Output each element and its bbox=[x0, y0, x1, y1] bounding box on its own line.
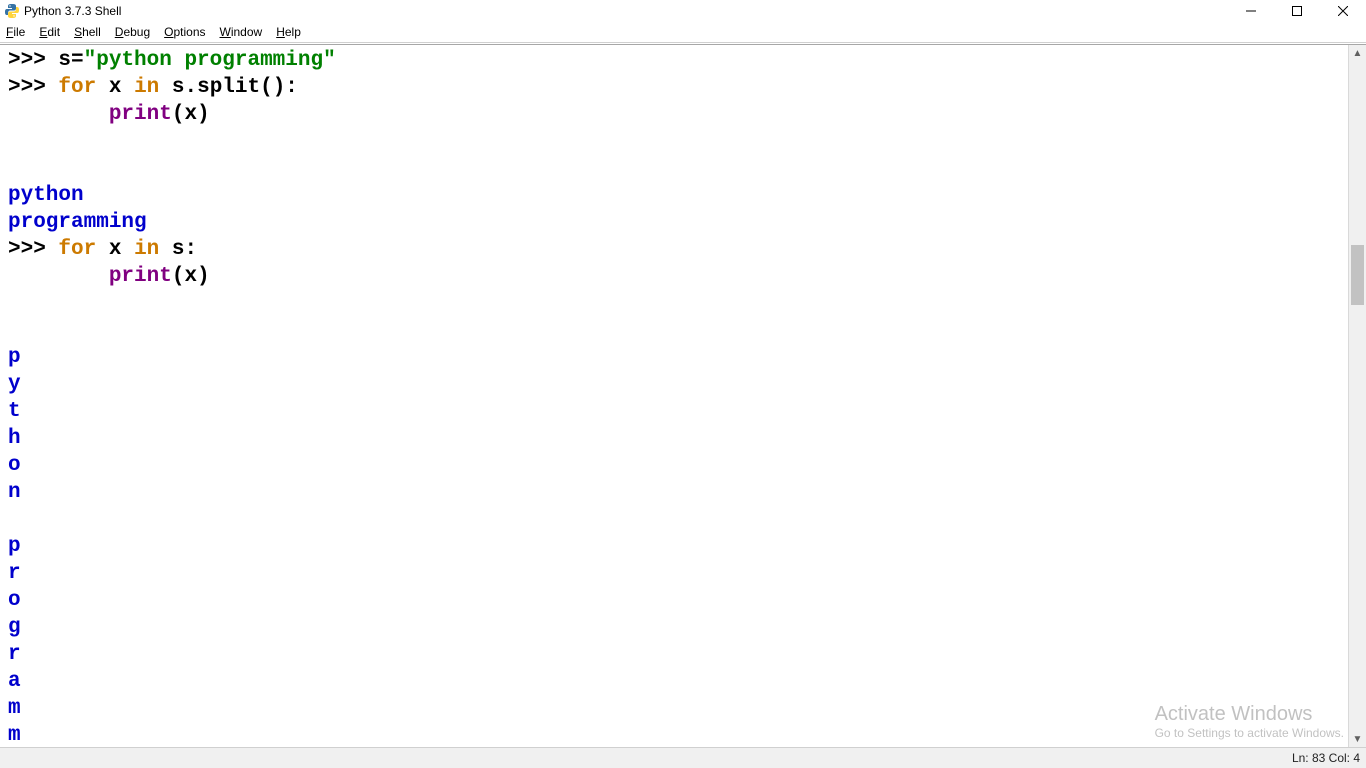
scroll-up-icon[interactable]: ▲ bbox=[1349, 45, 1366, 62]
vertical-scrollbar[interactable]: ▲ ▼ bbox=[1348, 45, 1366, 748]
scroll-thumb[interactable] bbox=[1351, 245, 1364, 305]
window-title: Python 3.7.3 Shell bbox=[24, 4, 121, 18]
shell-editor[interactable]: >>> s="python programming" >>> for x in … bbox=[2, 45, 1348, 748]
menu-shell[interactable]: Shell bbox=[74, 25, 101, 39]
menu-options[interactable]: Options bbox=[164, 25, 205, 39]
title-bar: Python 3.7.3 Shell bbox=[0, 0, 1366, 22]
menu-help[interactable]: Help bbox=[276, 25, 301, 39]
python-icon bbox=[4, 3, 20, 19]
status-bar: Ln: 83 Col: 4 bbox=[0, 747, 1366, 768]
close-button[interactable] bbox=[1320, 0, 1366, 22]
menu-bar: File Edit Shell Debug Options Window Hel… bbox=[0, 22, 1366, 43]
menu-debug[interactable]: Debug bbox=[115, 25, 150, 39]
maximize-button[interactable] bbox=[1274, 0, 1320, 22]
menu-window[interactable]: Window bbox=[220, 25, 263, 39]
window-controls bbox=[1228, 0, 1366, 22]
editor-frame: >>> s="python programming" >>> for x in … bbox=[0, 44, 1366, 748]
minimize-button[interactable] bbox=[1228, 0, 1274, 22]
cursor-position: Ln: 83 Col: 4 bbox=[1292, 751, 1360, 765]
menu-file[interactable]: File bbox=[6, 25, 25, 39]
scroll-down-icon[interactable]: ▼ bbox=[1349, 731, 1366, 748]
menu-edit[interactable]: Edit bbox=[39, 25, 60, 39]
